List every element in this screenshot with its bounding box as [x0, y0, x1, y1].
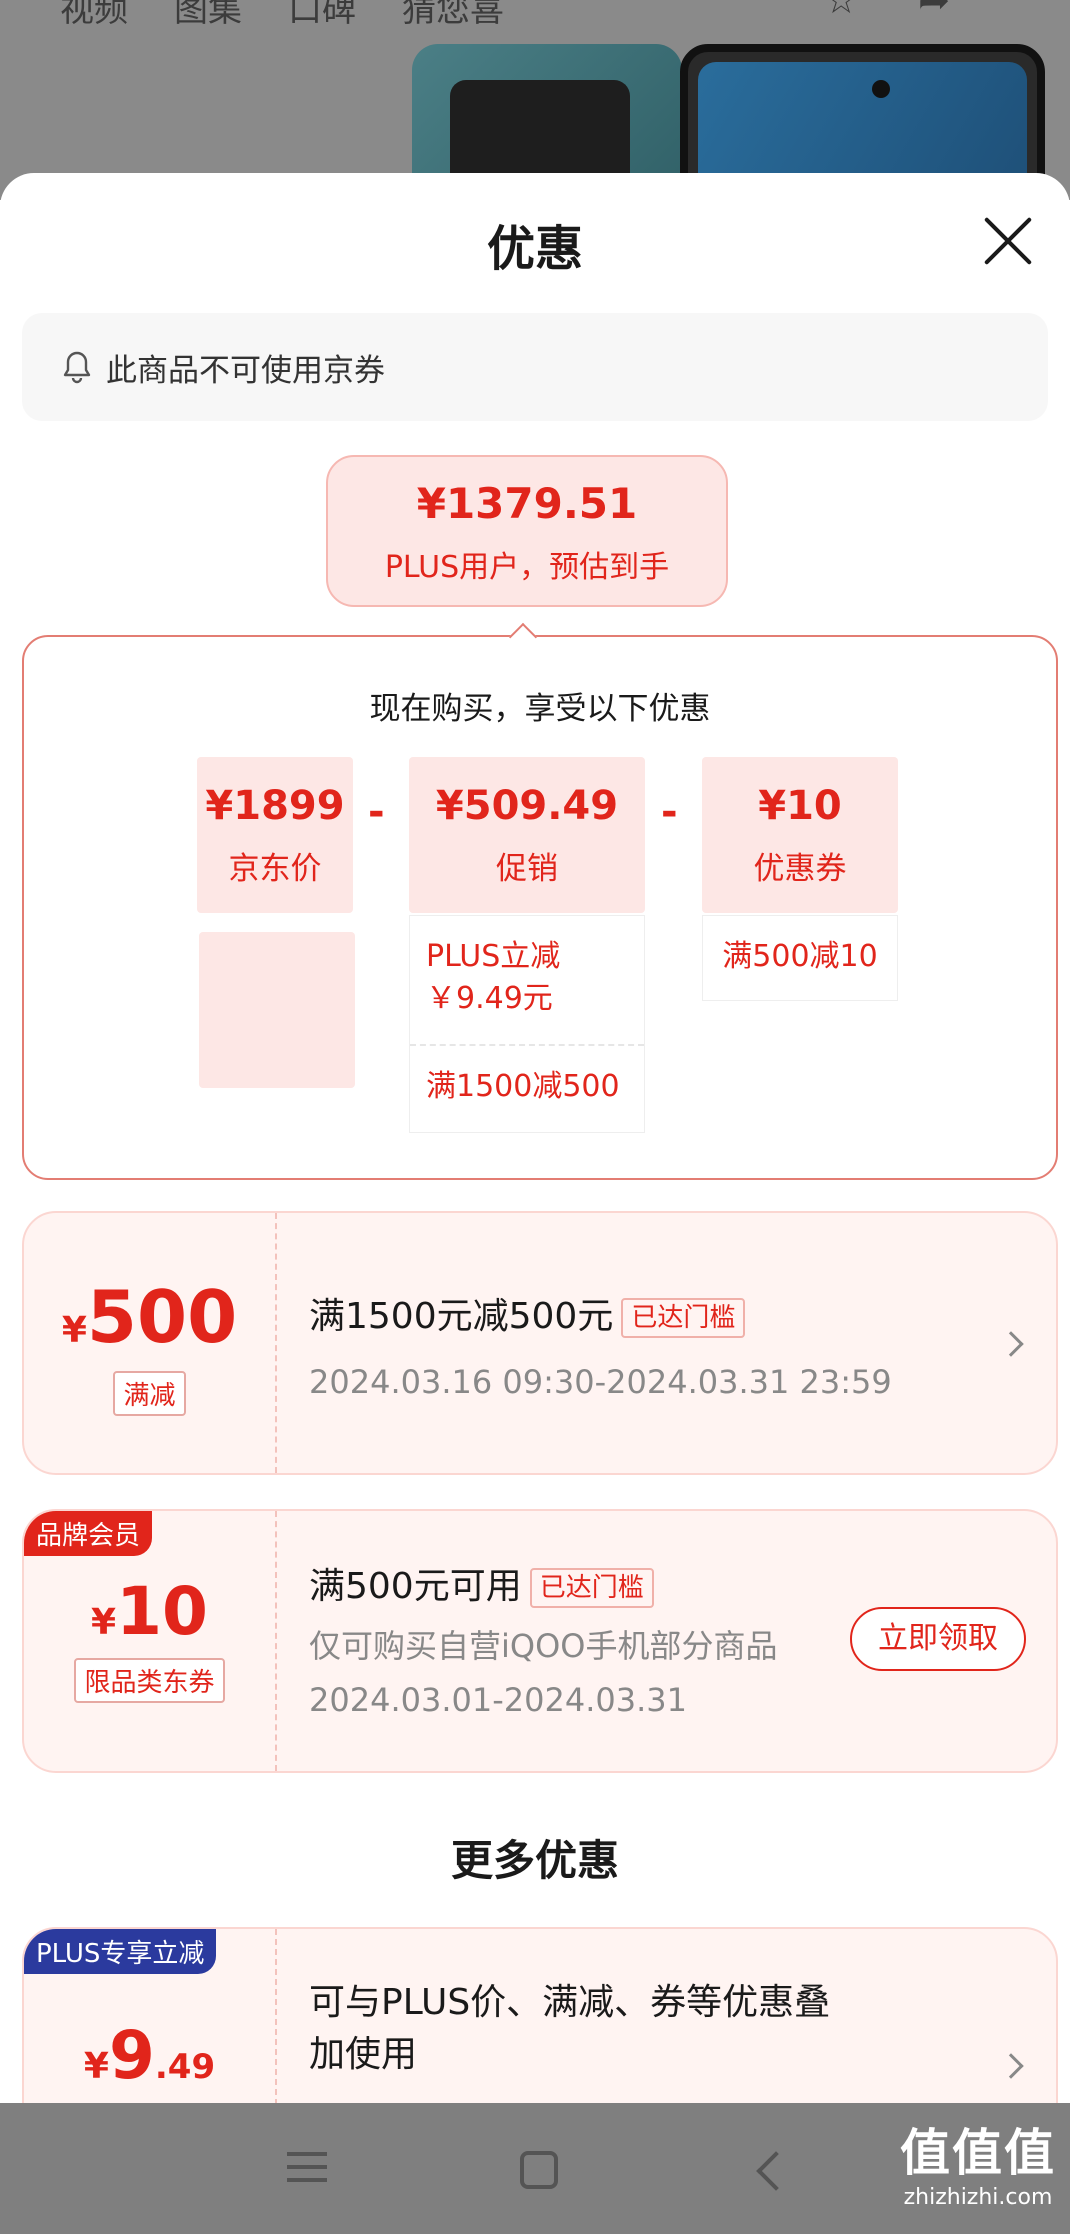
notice-text: 此商品不可使用京券	[106, 352, 385, 389]
coupon-detail-threshold: 满500减10	[722, 939, 878, 974]
favorite-icon: ☆	[824, 0, 859, 22]
promotion-card-amount: ¥500	[61, 1275, 238, 1359]
threshold-met-pill: 已达门槛	[621, 1298, 746, 1338]
system-navigation-bar: 值值值 zhizhizhi.com	[0, 2103, 1070, 2234]
promotion-card-amount-area: ¥500 满减	[24, 1213, 277, 1473]
background-tab: 猜您喜	[402, 0, 504, 30]
minus-sign: -	[368, 789, 385, 835]
background-header-icons: ☆ ➦	[824, 0, 950, 22]
coupon-card-amount: ¥10	[91, 1573, 208, 1650]
back-button[interactable]	[756, 2151, 796, 2191]
jd-price-box: ¥1899 京东价	[197, 757, 353, 913]
background-tab: 图集	[174, 0, 242, 30]
background-tab: 口碑	[288, 0, 356, 30]
coupon-amount: ¥10	[758, 783, 842, 829]
coupon-card-title: 满500元可用 已达门槛	[309, 1557, 654, 1609]
plus-card-amount: ¥9.49	[83, 2017, 216, 2094]
jd-price-label: 京东价	[228, 851, 322, 887]
claim-coupon-button[interactable]: 立即领取	[850, 1607, 1026, 1671]
promotion-card-date: 2024.03.16 09:30-2024.03.31 23:59	[309, 1363, 892, 1401]
promo-box: ¥509.49 促销	[409, 757, 645, 913]
estimated-price: ¥1379.51	[416, 479, 638, 528]
home-button[interactable]	[520, 2151, 558, 2189]
watermark-text: 值值值	[900, 2124, 1056, 2182]
promo-detail-plus: PLUS立减 ￥9.49元	[426, 939, 561, 1016]
watermark-domain: zhizhizhi.com	[903, 2185, 1053, 2210]
promotion-card-tag: 满减	[113, 1371, 186, 1416]
close-button[interactable]	[980, 213, 1036, 269]
estimated-price-box: ¥1379.51 PLUS用户，预估到手	[326, 455, 728, 607]
jd-price-amount: ¥1899	[205, 783, 345, 829]
jd-price-box	[199, 932, 355, 1088]
plus-discount-card[interactable]: PLUS专享立减 ¥9.49 可与PLUS价、满减、券等优惠叠 加使用	[22, 1927, 1058, 2103]
coupon-details: 满500减10	[702, 915, 898, 1001]
promotion-card-title: 满1500元减500元 已达门槛	[309, 1287, 746, 1339]
watermark-logo: 值值值 zhizhizhi.com	[900, 2113, 1056, 2210]
minus-sign: -	[661, 789, 678, 835]
coupon-card: 品牌会员 ¥10 限品类东券 满500元可用 已达门槛 仅可购买自营iQOO手机部…	[22, 1509, 1058, 1773]
promo-amount: ¥509.49	[435, 783, 619, 829]
estimated-price-label: PLUS用户，预估到手	[384, 550, 670, 585]
discount-sheet: 优惠 此商品不可使用京券 ¥1379.51 PLUS用户，预估到手 现在购买，享…	[0, 173, 1070, 2103]
background-tabs: 视频 图集 口碑 猜您喜	[60, 0, 504, 31]
background-product-page: 视频 图集 口碑 猜您喜 ☆ ➦	[0, 0, 1070, 200]
bell-icon	[63, 351, 91, 384]
breakdown-title: 现在购买，享受以下优惠	[369, 691, 711, 727]
plus-card-amount-area: ¥9.49	[24, 1929, 277, 2103]
coupon-notice: 此商品不可使用京券	[22, 313, 1048, 421]
coupon-card-amount-area: ¥10 限品类东券	[24, 1511, 277, 1771]
sheet-title: 优惠	[486, 221, 583, 277]
chevron-right-icon[interactable]	[998, 1331, 1024, 1357]
coupon-box: ¥10 优惠券	[702, 757, 898, 913]
threshold-met-pill: 已达门槛	[529, 1568, 654, 1608]
coupon-card-desc: 仅可购买自营iQOO手机部分商品	[309, 1627, 778, 1665]
share-icon: ➦	[918, 0, 950, 22]
coupon-label: 优惠券	[753, 851, 847, 887]
more-discounts-title: 更多优惠	[450, 1836, 619, 1885]
recent-apps-button[interactable]	[287, 2143, 343, 2199]
promo-detail-threshold: 满1500减500	[410, 1044, 644, 1128]
promo-label: 促销	[496, 851, 558, 887]
coupon-card-date: 2024.03.01-2024.03.31	[309, 1681, 687, 1719]
chevron-right-icon[interactable]	[998, 2053, 1024, 2079]
promotion-card-full-reduction[interactable]: ¥500 满减 满1500元减500元 已达门槛 2024.03.16 09:30…	[22, 1211, 1058, 1475]
promo-details: PLUS立减 ￥9.49元 满1500减500	[409, 915, 645, 1133]
coupon-card-tag: 限品类东券	[74, 1658, 225, 1703]
plus-card-title: 可与PLUS价、满减、券等优惠叠 加使用	[309, 1982, 831, 2075]
background-tab: 视频	[60, 0, 128, 30]
